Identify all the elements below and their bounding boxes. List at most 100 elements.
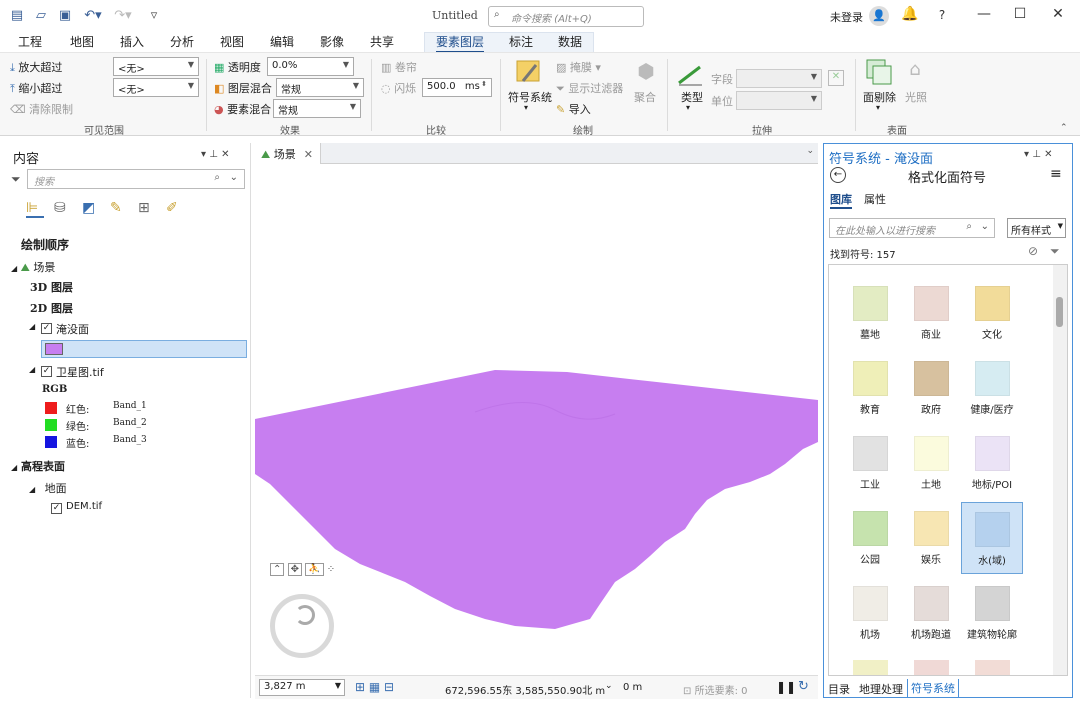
minimize-icon[interactable]: — [974,6,994,22]
scene-canvas[interactable]: ⌃ ✥ ⛹ ⁘ [255,164,818,675]
band-color-swatch[interactable] [45,402,57,414]
visibility-icon[interactable]: ⊘ [1028,244,1038,258]
tab-labeling[interactable]: 标注 [509,33,533,50]
extrusion-type-button[interactable]: 类型 [681,89,703,105]
tab-catalog[interactable]: 目录 [828,681,850,697]
symbol-item[interactable]: 土地 [900,427,962,499]
navigator-compass-icon[interactable] [270,594,334,658]
symbol-item[interactable]: 地标/POI [961,427,1023,499]
tab-scene[interactable]: ⛰ 场景 ✕ [255,143,321,164]
symbol-search[interactable]: 在此处输入以进行搜索 ⌕ ⌄ [829,218,995,238]
symbol-item[interactable]: 商业 [900,277,962,349]
symbol-item[interactable]: 娱乐 [900,502,962,574]
list-by-snapping-icon[interactable]: ⊞ [138,200,156,218]
zoom-out-select[interactable]: <无> ▼ [113,78,199,97]
command-search[interactable]: ⌕ 命令搜索 (Alt+Q) [488,6,644,27]
list-by-editing-icon[interactable]: ✎ [110,200,128,218]
transparency-input[interactable]: 0.0% ▼ [267,57,354,76]
zoom-out-beyond-button[interactable]: ⤒ 缩小超过 [10,80,62,96]
symbol-item[interactable]: 水(域) [961,502,1023,574]
user-avatar-icon[interactable]: 👤 [869,6,889,26]
tab-analysis[interactable]: 分析 [170,33,194,50]
list-by-labeling-icon[interactable]: ✐ [166,200,184,218]
tab-share[interactable]: 共享 [370,33,394,50]
bell-icon[interactable]: 🔔 [900,6,920,22]
symbol-swatch[interactable] [853,660,888,675]
tab-symbology[interactable]: 符号系统 [907,679,959,698]
pane-options-icon[interactable]: ▾ ⊥ ✕ [201,149,229,160]
symbol-item[interactable]: 建筑物轮廓 [961,577,1023,649]
symbol-swatch[interactable] [975,660,1010,675]
symbology-button[interactable]: 符号系统 [508,89,552,105]
expand-icon[interactable]: ◢ [29,365,35,374]
lighting-button[interactable]: 光照 [905,89,927,105]
filter-icon[interactable]: ⏷ [11,172,21,187]
list-by-drawing-order-icon[interactable]: ⊫ [26,200,44,218]
tab-project[interactable]: 工程 [18,33,42,50]
save-icon[interactable]: ▣ [56,7,74,25]
flood-layer-checkbox[interactable]: ✓ [41,323,52,334]
scale-input[interactable]: 3,827 m ▼ [259,679,345,696]
filter-icon[interactable]: ⏷ [1050,244,1060,259]
close-icon[interactable]: ✕ [1048,6,1068,22]
tab-imagery[interactable]: 影像 [320,33,344,50]
tab-view[interactable]: 视图 [220,33,244,50]
zoom-in-beyond-button[interactable]: ⤓ 放大超过 [10,59,62,75]
contents-search[interactable]: 搜索 ⌕ ⌄ [27,169,245,189]
walk-icon[interactable]: ⛹ [305,563,324,576]
gallery-scrollbar[interactable] [1053,265,1067,675]
aggregate-button[interactable]: 聚合 [634,89,656,105]
back-arrow-icon[interactable]: ← [830,167,846,183]
flicker-input[interactable]: 500.0 ms ⬍ [422,78,492,97]
symbol-item[interactable]: 教育 [839,352,901,424]
navigator-controls[interactable]: ⌃ ✥ ⛹ ⁘ [270,563,335,576]
satellite-layer-label[interactable]: 卫星图.tif [56,364,104,380]
list-by-data-source-icon[interactable]: ⛁ [54,200,72,218]
mask-button[interactable]: ▨ 掩膜 ▾ [556,59,601,75]
customize-qat-icon[interactable]: ▿ [145,7,163,25]
redo-icon[interactable]: ↷▾ [110,7,136,25]
collapse-ribbon-icon[interactable]: ⌃ [1060,123,1068,133]
scene-node[interactable]: ◢ ⛰ 场景 [11,259,55,275]
list-by-selection-icon[interactable]: ◩ [82,200,100,218]
pan-icon[interactable]: ✥ [287,563,302,576]
chevron-down-icon[interactable]: ⌄ [806,146,814,156]
symbol-swatch[interactable] [914,660,949,675]
chevron-down-icon[interactable]: ⌄ [605,681,613,691]
scrollbar-thumb[interactable] [1056,297,1063,327]
layer-blend-select[interactable]: 常规 ▼ [276,78,364,97]
band-color-swatch[interactable] [45,419,57,431]
dem-checkbox[interactable]: ✓ [51,503,62,514]
symbol-item[interactable]: 文化 [961,277,1023,349]
elevation-surface-node[interactable]: ◢ 高程表面 [11,458,65,474]
unit-select[interactable]: ▼ [736,91,822,110]
menu-icon[interactable]: ≡ [1050,166,1062,182]
feature-blend-select[interactable]: 常规 ▼ [273,99,361,118]
symbol-item[interactable]: 工业 [839,427,901,499]
tab-insert[interactable]: 插入 [120,33,144,50]
heads-up-icon[interactable]: ⁘ [327,564,335,575]
open-icon[interactable]: ▱ [32,7,50,25]
ground-node[interactable]: ◢ 地面 [29,480,67,496]
field-select[interactable]: ▼ [736,69,822,88]
refresh-icon[interactable]: ↻ [798,679,809,694]
flicker-button[interactable]: ◌ 闪烁 [381,80,416,96]
tab-data[interactable]: 数据 [558,33,582,50]
import-button[interactable]: ✎ 导入 [556,101,591,117]
tilt-up-icon[interactable]: ⌃ [270,563,285,576]
dem-layer-label[interactable]: DEM.tif [66,501,102,512]
tab-gallery[interactable]: 图库 [830,191,852,209]
symbol-item[interactable]: 墓地 [839,277,901,349]
symbol-item[interactable]: 机场 [839,577,901,649]
satellite-layer-checkbox[interactable]: ✓ [41,366,52,377]
grid-icon[interactable]: ⊞ ▦ ⊟ [355,680,394,694]
symbol-item[interactable]: 公园 [839,502,901,574]
symbol-item[interactable]: 政府 [900,352,962,424]
close-icon[interactable]: ✕ [304,148,313,161]
flood-symbol-swatch[interactable] [45,343,63,355]
maximize-icon[interactable]: ☐ [1010,6,1030,22]
flood-layer-symbol-row[interactable] [41,340,247,358]
expand-icon[interactable]: ◢ [29,322,35,331]
symbol-item[interactable]: 机场跑道 [900,577,962,649]
tab-properties[interactable]: 属性 [864,191,886,207]
